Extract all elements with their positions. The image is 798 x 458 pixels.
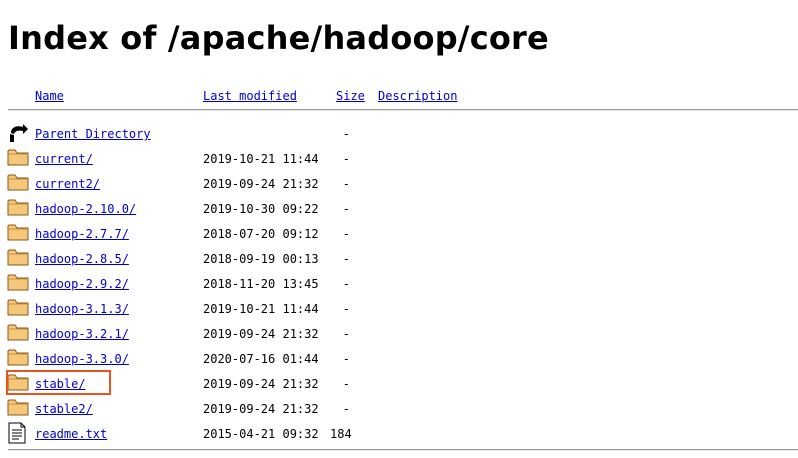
size-value: - xyxy=(342,152,350,166)
text-file-icon xyxy=(7,422,29,444)
last-modified-value: 2019-10-21 11:44 xyxy=(203,152,319,166)
size-value: - xyxy=(342,352,350,366)
last-modified-value: 2018-11-20 13:45 xyxy=(203,277,319,291)
last-modified-value: 2018-09-19 00:13 xyxy=(203,252,319,266)
entry-link[interactable]: hadoop-3.3.0/ xyxy=(35,351,129,367)
folder-icon xyxy=(7,397,29,419)
column-header-name[interactable]: Name xyxy=(35,88,64,104)
column-header-description[interactable]: Description xyxy=(378,88,457,104)
page-title: Index of /apache/hadoop/core xyxy=(8,19,549,57)
sort-by-size-link[interactable]: Size xyxy=(336,89,365,103)
listing-row: stable2/2019-09-24 21:32 - xyxy=(0,397,798,422)
listing-row: hadoop-2.10.0/2019-10-30 09:22 - xyxy=(0,197,798,222)
last-modified-value: 2019-09-24 21:32 xyxy=(203,402,319,416)
entry-link[interactable]: hadoop-3.1.3/ xyxy=(35,301,129,317)
size-value: - xyxy=(342,252,350,266)
size-value: - xyxy=(342,202,350,216)
listing-row: hadoop-2.8.5/2018-09-19 00:13 - xyxy=(0,247,798,272)
folder-icon xyxy=(7,297,29,319)
folder-icon xyxy=(7,222,29,244)
size-value: - xyxy=(342,377,350,391)
parent-directory-link[interactable]: Parent Directory xyxy=(35,126,151,142)
entry-link[interactable]: hadoop-3.2.1/ xyxy=(35,326,129,342)
listing-row: current/2019-10-21 11:44 - xyxy=(0,147,798,172)
last-modified-value: 2018-07-20 09:12 xyxy=(203,227,319,241)
size-value: - xyxy=(342,302,350,316)
folder-icon xyxy=(7,197,29,219)
entry-link[interactable]: hadoop-2.8.5/ xyxy=(35,251,129,267)
folder-icon xyxy=(7,147,29,169)
sort-by-name-link[interactable]: Name xyxy=(35,89,64,103)
entry-link[interactable]: stable2/ xyxy=(35,401,93,417)
folder-icon xyxy=(7,247,29,269)
listing-row: hadoop-3.1.3/2019-10-21 11:44 - xyxy=(0,297,798,322)
listing-row: stable/2019-09-24 21:32- xyxy=(0,372,798,397)
column-header-last-modified[interactable]: Last modified xyxy=(203,88,297,104)
listing-row: hadoop-2.9.2/2018-11-20 13:45 - xyxy=(0,272,798,297)
parent-directory-row: Parent Directory - xyxy=(0,122,798,147)
last-modified-value: 2015-04-21 09:32 xyxy=(203,427,319,441)
last-modified-value: 2019-09-24 21:32 xyxy=(203,177,319,191)
last-modified-value: 2020-07-16 01:44 xyxy=(203,352,319,366)
entry-link[interactable]: hadoop-2.9.2/ xyxy=(35,276,129,292)
listing-row: hadoop-3.3.0/2020-07-16 01:44 - xyxy=(0,347,798,372)
entry-link[interactable]: hadoop-2.10.0/ xyxy=(35,201,136,217)
folder-icon xyxy=(7,272,29,294)
parent-size: - xyxy=(342,127,350,141)
selection-highlight-box xyxy=(6,370,111,395)
last-modified-value: 2019-09-24 21:32 xyxy=(203,377,319,391)
last-modified-value: 2019-10-30 09:22 xyxy=(203,202,319,216)
listing-row: readme.txt 2015-04-21 09:32 184 xyxy=(0,422,798,447)
listing-row: hadoop-2.7.7/2018-07-20 09:12 - xyxy=(0,222,798,247)
folder-icon xyxy=(7,347,29,369)
listing-row: hadoop-3.2.1/2019-09-24 21:32 - xyxy=(0,322,798,347)
size-value: - xyxy=(342,227,350,241)
listing-row: current2/2019-09-24 21:32 - xyxy=(0,172,798,197)
sort-by-description-link[interactable]: Description xyxy=(378,89,457,103)
header-divider xyxy=(8,109,798,111)
folder-icon xyxy=(7,322,29,344)
size-value: - xyxy=(342,177,350,191)
back-arrow-icon xyxy=(7,122,29,144)
last-modified-value: 2019-09-24 21:32 xyxy=(203,327,319,341)
size-value: - xyxy=(342,327,350,341)
column-header-size[interactable]: Size xyxy=(336,88,365,104)
footer-divider xyxy=(8,449,798,451)
entry-link[interactable]: current/ xyxy=(35,151,93,167)
last-modified-value: 2019-10-21 11:44 xyxy=(203,302,319,316)
size-value: - xyxy=(342,402,350,416)
entry-link[interactable]: current2/ xyxy=(35,176,100,192)
size-value: - xyxy=(342,277,350,291)
entry-link[interactable]: readme.txt xyxy=(35,426,107,442)
folder-icon xyxy=(7,172,29,194)
entry-link[interactable]: hadoop-2.7.7/ xyxy=(35,226,129,242)
size-value: 184 xyxy=(330,427,352,441)
sort-by-last-modified-link[interactable]: Last modified xyxy=(203,89,297,103)
